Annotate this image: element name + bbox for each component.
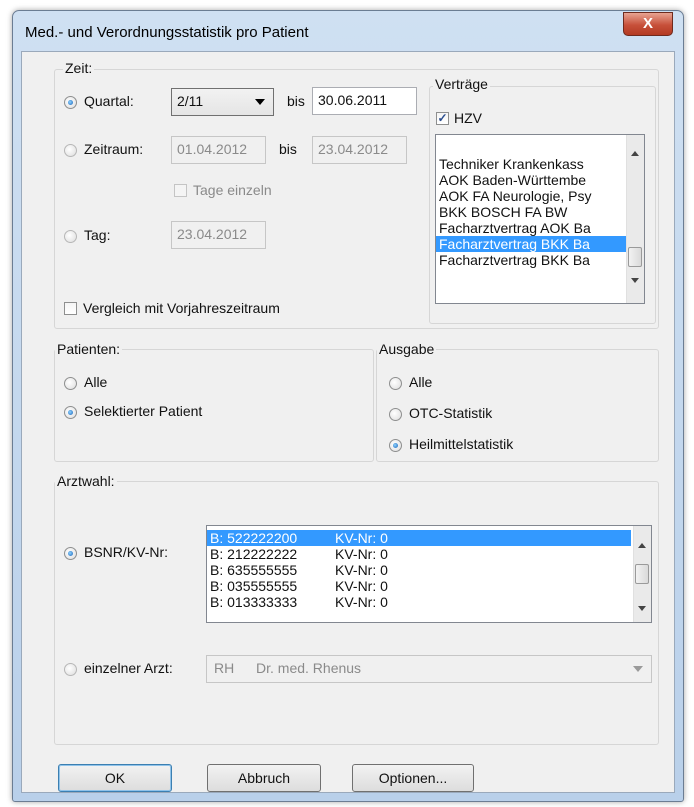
- tage-einzeln-checkbox[interactable]: [174, 184, 187, 197]
- bsnr-scrollbar[interactable]: [633, 526, 651, 622]
- scrollbar-thumb[interactable]: [635, 564, 649, 584]
- ausgabe-legend: Ausgabe: [377, 341, 437, 357]
- quartal-bis-value: 30.06.2011: [318, 92, 388, 108]
- ausgabe-alle-label: Alle: [409, 374, 433, 390]
- vertraege-list-rows: Techniker Krankenkass AOK Baden-Württemb…: [436, 156, 626, 268]
- ausgabe-alle-radio[interactable]: [389, 377, 402, 390]
- scroll-down-icon[interactable]: [638, 606, 646, 611]
- scroll-up-icon[interactable]: [638, 543, 646, 548]
- ausgabe-heilmittel-label: Heilmittelstatistik: [409, 436, 514, 452]
- hzv-label: HZV: [454, 110, 482, 126]
- bsnr-row-selected[interactable]: B: 522222200 KV-Nr: 0: [207, 530, 631, 546]
- hzv-checkbox[interactable]: ✓: [436, 112, 449, 125]
- list-item[interactable]: BKK BOSCH FA BW: [436, 204, 626, 220]
- ausgabe-otc-label: OTC-Statistik: [409, 405, 493, 421]
- zeitraum-label: Zeitraum:: [84, 141, 144, 157]
- patienten-selektiert-radio[interactable]: [64, 406, 77, 419]
- chevron-down-icon: [255, 99, 265, 105]
- patienten-alle-radio[interactable]: [64, 377, 77, 390]
- ausgabe-heilmittel-radio[interactable]: [389, 439, 402, 452]
- list-item[interactable]: Techniker Krankenkass: [436, 156, 626, 172]
- tage-einzeln-label: Tage einzeln: [193, 182, 272, 198]
- patienten-alle-label: Alle: [84, 374, 108, 390]
- scrollbar-thumb[interactable]: [628, 247, 642, 267]
- zeitraum-radio[interactable]: [64, 144, 77, 157]
- dialog-window: Med.- und Verordnungsstatistik pro Patie…: [12, 10, 684, 802]
- bsnr-row[interactable]: B: 035555555 KV-Nr: 0: [207, 578, 631, 594]
- patienten-legend: Patienten:: [55, 341, 123, 357]
- tag-value: 23.04.2012: [177, 226, 248, 242]
- optionen-button[interactable]: Optionen...: [352, 764, 474, 792]
- quartal-select-value: 2/11: [177, 93, 204, 109]
- chevron-down-icon: [633, 666, 643, 672]
- quartal-radio[interactable]: [64, 96, 77, 109]
- kv-value: KV-Nr: 0: [335, 530, 388, 546]
- zeit-legend: Zeit:: [63, 60, 95, 76]
- patienten-selektiert-label: Selektierter Patient: [84, 403, 203, 419]
- list-item[interactable]: Facharztvertrag BKK Ba: [436, 252, 626, 268]
- einzelner-arzt-select[interactable]: RH Dr. med. Rhenus: [206, 655, 652, 683]
- window-title: Med.- und Verordnungsstatistik pro Patie…: [25, 24, 309, 41]
- arzt-code: RH: [214, 660, 235, 676]
- bsnr-value: B: 035555555: [210, 578, 298, 594]
- scroll-up-icon[interactable]: [631, 151, 639, 156]
- arzt-name: Dr. med. Rhenus: [256, 660, 362, 676]
- zeitraum-from-field[interactable]: 01.04.2012: [171, 136, 266, 164]
- bsnr-radio[interactable]: [64, 547, 77, 560]
- quartal-bis-label: bis: [287, 93, 305, 109]
- tag-field[interactable]: 23.04.2012: [171, 221, 266, 249]
- quartal-select[interactable]: 2/11: [171, 88, 274, 116]
- vertraege-list[interactable]: Techniker Krankenkass AOK Baden-Württemb…: [435, 134, 645, 304]
- kv-value: KV-Nr: 0: [335, 578, 388, 594]
- zeitraum-from-value: 01.04.2012: [177, 141, 248, 157]
- bsnr-value: B: 212222222: [210, 546, 298, 562]
- kv-value: KV-Nr: 0: [335, 546, 388, 562]
- abbruch-button[interactable]: Abbruch: [207, 764, 321, 792]
- tag-radio[interactable]: [64, 230, 77, 243]
- dialog-client-area: Zeit: Quartal: 2/11 bis 30.06.2011 Zeitr…: [21, 51, 675, 793]
- bsnr-label: BSNR/KV-Nr:: [84, 544, 169, 560]
- list-item-selected[interactable]: Facharztvertrag BKK Ba: [436, 236, 626, 252]
- close-button[interactable]: X: [623, 12, 673, 36]
- tag-label: Tag:: [84, 227, 111, 243]
- ausgabe-otc-radio[interactable]: [389, 408, 402, 421]
- list-item[interactable]: Facharztvertrag AOK Ba: [436, 220, 626, 236]
- bsnr-value: B: 522222200: [210, 530, 298, 546]
- einzelner-arzt-radio[interactable]: [64, 663, 77, 676]
- title-bar: Med.- und Verordnungsstatistik pro Patie…: [13, 11, 683, 51]
- arztwahl-legend: Arztwahl:: [55, 473, 117, 489]
- bsnr-value: B: 013333333: [210, 594, 298, 610]
- scroll-down-icon[interactable]: [631, 278, 639, 283]
- vertraege-scrollbar[interactable]: [626, 135, 644, 303]
- kv-value: KV-Nr: 0: [335, 594, 388, 610]
- list-item[interactable]: AOK Baden-Württembe: [436, 172, 626, 188]
- bsnr-row[interactable]: B: 635555555 KV-Nr: 0: [207, 562, 631, 578]
- vertraege-legend: Verträge: [433, 76, 490, 92]
- bsnr-row[interactable]: B: 212222222 KV-Nr: 0: [207, 546, 631, 562]
- zeitraum-to-value: 23.04.2012: [318, 141, 389, 157]
- quartal-label: Quartal:: [84, 93, 134, 109]
- vergleich-checkbox[interactable]: [64, 302, 77, 315]
- zeitraum-bis-label: bis: [279, 141, 297, 157]
- bsnr-list[interactable]: B: 522222200 KV-Nr: 0 B: 212222222 KV-Nr: …: [206, 525, 652, 623]
- bsnr-value: B: 635555555: [210, 562, 298, 578]
- ok-button[interactable]: OK: [58, 764, 172, 792]
- zeitraum-to-field[interactable]: 23.04.2012: [312, 136, 407, 164]
- list-item[interactable]: AOK FA Neurologie, Psy: [436, 188, 626, 204]
- vergleich-label: Vergleich mit Vorjahreszeitraum: [83, 300, 280, 316]
- quartal-bis-field[interactable]: 30.06.2011: [312, 87, 417, 115]
- bsnr-row[interactable]: B: 013333333 KV-Nr: 0: [207, 594, 631, 610]
- kv-value: KV-Nr: 0: [335, 562, 388, 578]
- bsnr-list-rows: B: 522222200 KV-Nr: 0 B: 212222222 KV-Nr: …: [207, 530, 631, 610]
- einzelner-arzt-label: einzelner Arzt:: [84, 660, 173, 676]
- checkmark-icon: ✓: [437, 111, 448, 125]
